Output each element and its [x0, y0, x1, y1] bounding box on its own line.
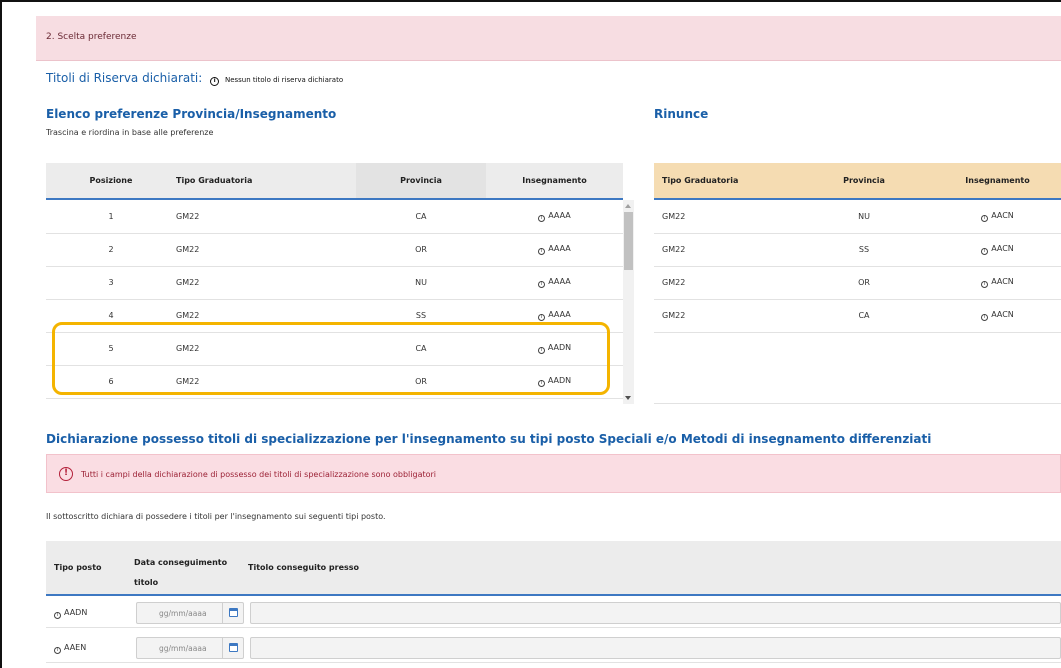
insegnamento-code: AACN: [991, 210, 1014, 220]
date-input[interactable]: gg/mm/aaaa: [136, 637, 244, 659]
cell-tipo: GM22: [176, 233, 356, 267]
scrollbar-thumb[interactable]: [624, 212, 633, 270]
table-row[interactable]: GM22 CA i AACN: [654, 299, 1061, 333]
cell-provincia: NU: [356, 266, 486, 300]
cell-posizione: 2: [46, 233, 176, 267]
cell-provincia: OR: [794, 266, 934, 300]
cell-insegnamento: i AACN: [934, 233, 1061, 267]
preferences-scrollbar[interactable]: [623, 200, 634, 404]
info-icon[interactable]: i: [54, 612, 61, 619]
alert-text: Tutti i campi della dichiarazione di pos…: [81, 470, 437, 479]
reserve-label: Titoli di Riserva dichiarati:: [46, 71, 203, 85]
rinunce-title: Rinunce: [654, 107, 709, 121]
info-icon[interactable]: i: [538, 314, 546, 321]
cell-posizione: 1: [46, 200, 176, 234]
info-icon[interactable]: i: [54, 647, 61, 654]
cell-insegnamento: i AACN: [934, 200, 1061, 234]
table-row[interactable]: GM22 NU i AACN: [654, 200, 1061, 234]
calendar-button[interactable]: [222, 603, 243, 623]
posto-table-header: Tipo posto Data conseguimento titolo Tit…: [46, 541, 1061, 596]
preferences-subtitle: Trascina e riordina in base alle prefere…: [46, 128, 214, 137]
date-placeholder: gg/mm/aaaa: [159, 644, 207, 653]
rinunce-table: Tipo Graduatoria Provincia Insegnamento …: [654, 163, 1061, 404]
col-tipo-graduatoria[interactable]: Tipo Graduatoria: [654, 163, 794, 199]
calendar-button[interactable]: [222, 638, 243, 658]
cell-tipo: GM22: [654, 200, 794, 234]
insegnamento-code: AAAA: [548, 210, 571, 220]
info-icon[interactable]: i: [538, 248, 546, 255]
titolo-presso-input[interactable]: [250, 637, 1061, 659]
insegnamento-code: AAAA: [548, 310, 571, 319]
preferences-header: Posizione Tipo Graduatoria Provincia Ins…: [46, 163, 623, 200]
calendar-icon: [229, 608, 238, 617]
table-row[interactable]: 3 GM22 NU i AAAA: [46, 266, 623, 300]
cell-tipo: GM22: [654, 233, 794, 267]
section-title: 2. Scelta preferenze: [46, 32, 137, 42]
table-row[interactable]: GM22 OR i AACN: [654, 266, 1061, 300]
insegnamento-code: AACN: [991, 310, 1014, 319]
col-data-conseguimento: Data conseguimento titolo: [134, 558, 228, 587]
posto-row: i AADN gg/mm/aaaa: [46, 598, 1061, 628]
posto-row: i AAEN gg/mm/aaaa: [46, 633, 1061, 663]
cell-tipo: GM22: [654, 266, 794, 300]
cell-provincia: NU: [794, 200, 934, 234]
col-provincia[interactable]: Provincia: [356, 163, 486, 199]
col-insegnamento[interactable]: Insegnamento: [486, 163, 623, 199]
cell-insegnamento: i AACN: [934, 266, 1061, 300]
date-placeholder: gg/mm/aaaa: [159, 609, 207, 618]
preferences-title: Elenco preferenze Provincia/Insegnamento: [46, 107, 337, 121]
reserve-titles-line: Titoli di Riserva dichiarati: i Nessun t…: [46, 71, 343, 86]
tipo-posto-code: AAEN: [64, 643, 87, 652]
info-icon[interactable]: i: [981, 281, 989, 288]
exclamation-circle-icon: !: [59, 467, 73, 481]
titolo-presso-input[interactable]: [250, 602, 1061, 624]
scroll-down-arrow-icon[interactable]: [625, 396, 631, 400]
cell-insegnamento: i AAAA: [486, 266, 623, 300]
scroll-up-arrow-icon[interactable]: [625, 204, 631, 208]
cell-tipo: GM22: [176, 266, 356, 300]
col-titolo-presso: Titolo conseguito presso: [248, 563, 360, 572]
info-icon[interactable]: i: [538, 214, 546, 222]
highlight-box: [52, 322, 610, 395]
tipo-posto-label: i AADN: [54, 608, 87, 619]
declaration-title: Dichiarazione possesso titoli di special…: [46, 432, 932, 446]
declaration-text: Il sottoscritto dichiara di possedere i …: [46, 512, 386, 521]
cell-insegnamento: i AAAA: [486, 200, 623, 234]
col-tipo-posto: Tipo posto: [54, 563, 102, 572]
cell-insegnamento: i AACN: [934, 299, 1061, 333]
insegnamento-code: AAAA: [548, 244, 571, 253]
info-icon[interactable]: i: [538, 281, 546, 288]
table-row[interactable]: 1 GM22 CA i AAAA: [46, 200, 623, 234]
col-posizione[interactable]: Posizione: [46, 163, 176, 199]
table-row[interactable]: GM22 SS i AACN: [654, 233, 1061, 267]
insegnamento-code: AACN: [991, 244, 1014, 253]
info-icon[interactable]: i: [981, 214, 989, 222]
col-tipo-graduatoria[interactable]: Tipo Graduatoria: [176, 163, 356, 199]
info-icon[interactable]: i: [981, 248, 989, 255]
mandatory-fields-alert: ! Tutti i campi della dichiarazione di p…: [46, 454, 1061, 493]
info-icon[interactable]: i: [210, 77, 220, 86]
rinunce-body: GM22 NU i AACN GM22 SS i AACN GM22 OR i AAC…: [654, 200, 1061, 333]
date-input[interactable]: gg/mm/aaaa: [136, 602, 244, 624]
cell-tipo: GM22: [654, 299, 794, 333]
info-icon[interactable]: i: [981, 314, 989, 321]
insegnamento-code: AAAA: [548, 277, 571, 286]
tipo-posto-code: AADN: [64, 608, 88, 617]
section-header: 2. Scelta preferenze: [36, 16, 1061, 61]
rinunce-header: Tipo Graduatoria Provincia Insegnamento: [654, 163, 1061, 200]
cell-insegnamento: i AAAA: [486, 233, 623, 267]
tipo-posto-label: i AAEN: [54, 643, 86, 654]
insegnamento-code: AACN: [991, 277, 1014, 286]
table-row[interactable]: 2 GM22 OR i AAAA: [46, 233, 623, 267]
cell-provincia: SS: [794, 233, 934, 267]
reserve-value: Nessun titolo di riserva dichiarato: [224, 76, 344, 84]
cell-posizione: 3: [46, 266, 176, 300]
cell-provincia: CA: [356, 200, 486, 234]
col-provincia[interactable]: Provincia: [794, 163, 934, 199]
calendar-icon: [229, 643, 238, 652]
col-insegnamento[interactable]: Insegnamento: [934, 163, 1061, 199]
cell-provincia: CA: [794, 299, 934, 333]
cell-tipo: GM22: [176, 200, 356, 234]
cell-provincia: OR: [356, 233, 486, 267]
